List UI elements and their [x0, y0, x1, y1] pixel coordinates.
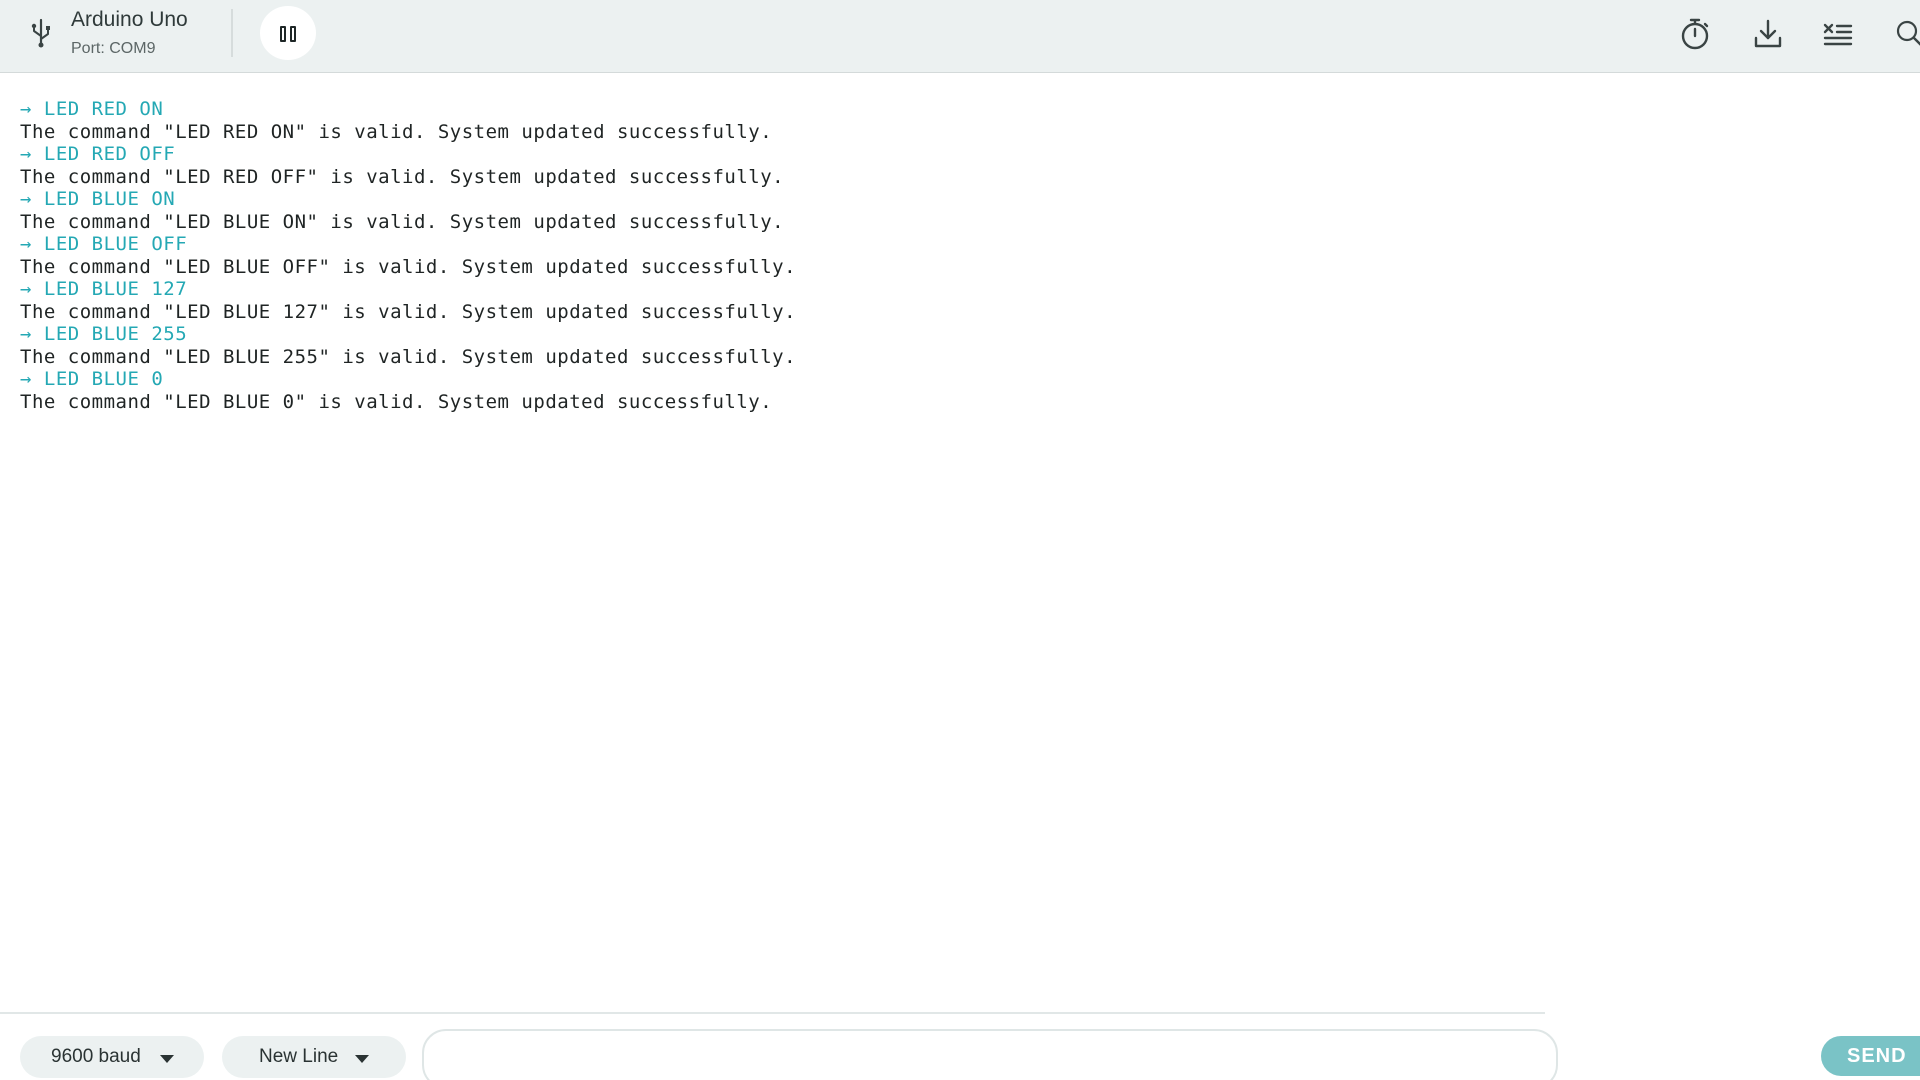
- send-button[interactable]: SEND: [1821, 1036, 1920, 1076]
- chevron-down-icon: [160, 1055, 174, 1063]
- baud-rate-select[interactable]: 9600 baud: [20, 1036, 204, 1078]
- chevron-down-icon: [355, 1055, 369, 1063]
- toolbar: Arduino Uno Port: COM9: [0, 0, 1920, 73]
- download-icon[interactable]: [1750, 16, 1786, 52]
- sent-command-line: → LED BLUE ON: [20, 188, 176, 210]
- baud-rate-label: 9600 baud: [51, 1046, 141, 1067]
- toolbar-divider: [231, 9, 233, 57]
- message-input[interactable]: [422, 1029, 1558, 1080]
- response-line: The command "LED BLUE 255" is valid. Sys…: [20, 346, 797, 368]
- sent-command-line: → LED BLUE OFF: [20, 233, 188, 255]
- serial-monitor: Arduino Uno Port: COM9 → LED RED ON The …: [0, 0, 1920, 1080]
- serial-output[interactable]: → LED RED ON The command "LED RED ON" is…: [0, 74, 1920, 1012]
- bottom-divider: [0, 1012, 1545, 1014]
- timer-icon[interactable]: [1677, 16, 1713, 52]
- sent-command-line: → LED BLUE 255: [20, 323, 188, 345]
- sent-command-line: → LED RED ON: [20, 98, 164, 120]
- line-ending-label: New Line: [259, 1046, 339, 1067]
- response-line: The command "LED RED OFF" is valid. Syst…: [20, 166, 785, 188]
- sent-command-line: → LED BLUE 127: [20, 278, 188, 300]
- sent-command-line: → LED BLUE 0: [20, 368, 164, 390]
- response-line: The command "LED BLUE ON" is valid. Syst…: [20, 211, 785, 233]
- usb-icon: [31, 18, 50, 48]
- response-line: The command "LED BLUE OFF" is valid. Sys…: [20, 256, 797, 278]
- response-line: The command "LED BLUE 0" is valid. Syste…: [20, 391, 773, 413]
- search-icon[interactable]: [1892, 16, 1920, 52]
- clear-output-icon[interactable]: [1820, 16, 1856, 52]
- line-ending-select[interactable]: New Line: [222, 1036, 406, 1078]
- board-port: Port: COM9: [71, 40, 156, 57]
- response-line: The command "LED RED ON" is valid. Syste…: [20, 121, 773, 143]
- pause-button[interactable]: [260, 6, 316, 60]
- board-name: Arduino Uno: [71, 8, 188, 31]
- response-line: The command "LED BLUE 127" is valid. Sys…: [20, 301, 797, 323]
- sent-command-line: → LED RED OFF: [20, 143, 176, 165]
